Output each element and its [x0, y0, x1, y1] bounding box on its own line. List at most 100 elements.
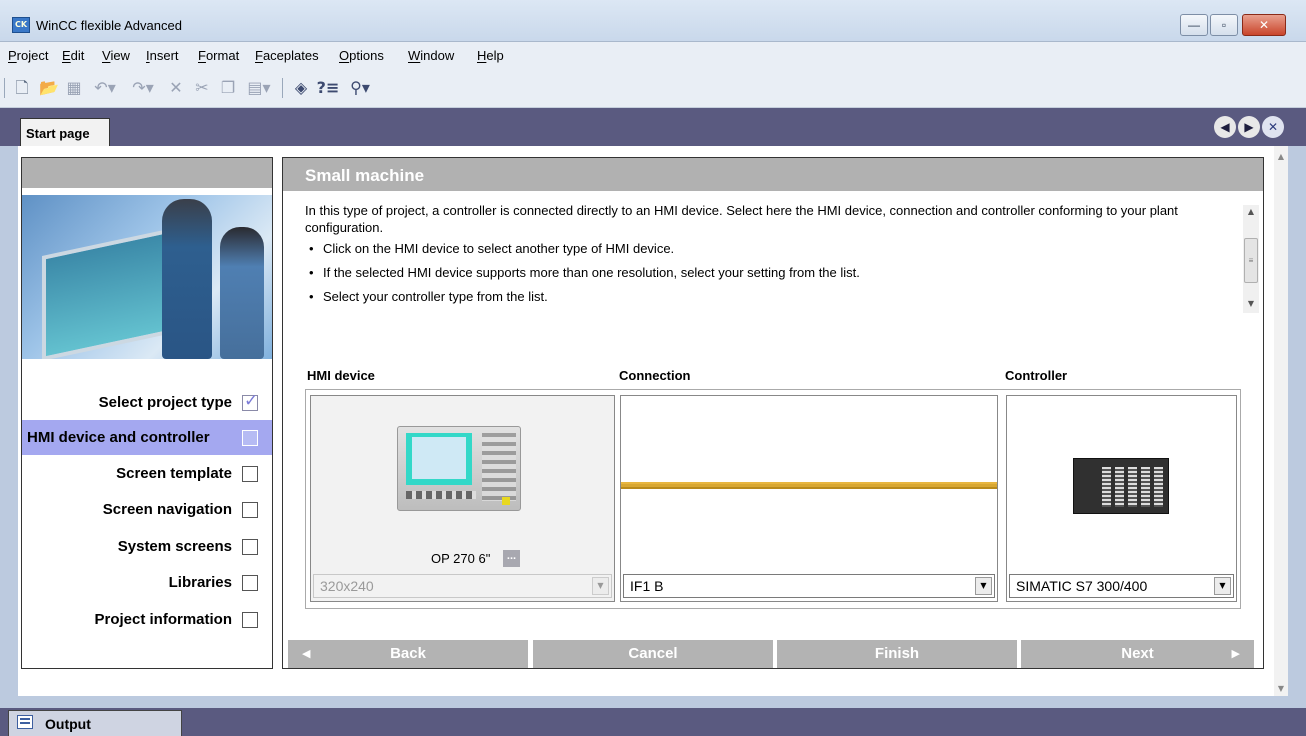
step-label: Libraries — [168, 574, 232, 591]
step-screen-navigation[interactable]: Screen navigation — [22, 492, 272, 527]
help-book-icon[interactable]: ◈ — [290, 78, 312, 98]
scroll-down-icon[interactable]: ▼ — [1274, 682, 1288, 696]
description-scrollbar[interactable]: ▲ ≡ ▼ — [1243, 205, 1259, 313]
next-button[interactable]: Next ▶ — [1021, 640, 1254, 668]
step-checkbox — [242, 430, 258, 446]
tab-close-button[interactable]: ✕ — [1262, 116, 1284, 138]
chevron-down-icon[interactable]: ▼ — [1214, 577, 1231, 595]
tab-prev-button[interactable]: ◀ — [1214, 116, 1236, 138]
hero-person-graphic — [220, 227, 264, 359]
tab-next-button[interactable]: ▶ — [1238, 116, 1260, 138]
step-label: Project information — [94, 611, 232, 628]
menu-edit[interactable]: Edit — [62, 48, 84, 63]
back-arrow-icon: ◀ — [302, 647, 311, 660]
resolution-value: 320x240 — [320, 578, 374, 594]
menu-options[interactable]: Options — [339, 48, 384, 63]
chevron-down-icon[interactable]: ▼ — [592, 577, 609, 595]
hmi-screen-graphic — [406, 433, 472, 485]
scroll-up-icon[interactable]: ▲ — [1243, 205, 1259, 219]
step-libraries[interactable]: Libraries — [22, 565, 272, 600]
close-window-button[interactable]: ✕ — [1242, 14, 1286, 36]
finish-button[interactable]: Finish — [777, 640, 1017, 668]
description-paragraph: In this type of project, a controller is… — [305, 203, 1178, 235]
step-label: Screen navigation — [102, 501, 232, 518]
step-label: Screen template — [116, 465, 232, 482]
title-bar: CK WinCC flexible Advanced — ▫ ✕ — [0, 0, 1306, 42]
save-icon[interactable]: ▦ — [64, 78, 84, 98]
back-button[interactable]: ◀ Back — [288, 640, 528, 668]
wizard-hero-image — [22, 195, 272, 359]
plc-module-graphic — [1115, 467, 1124, 507]
hmi-function-keys-graphic — [406, 491, 476, 499]
step-hmi-device-and-controller[interactable]: HMI device and controller — [22, 420, 272, 455]
select-hmi-device-button[interactable]: ... — [503, 550, 520, 567]
controller-cell: SIMATIC S7 300/400 ▼ — [1006, 395, 1237, 602]
resolution-select[interactable]: 320x240 ▼ — [313, 574, 612, 598]
description-text: In this type of project, a controller is… — [305, 202, 1245, 312]
step-checkbox — [242, 612, 258, 628]
step-checkbox — [242, 575, 258, 591]
menu-help[interactable]: Help — [477, 48, 504, 63]
hmi-device-cell[interactable]: OP 270 6" ... 320x240 ▼ — [310, 395, 615, 602]
scroll-up-icon[interactable]: ▲ — [1274, 150, 1288, 164]
scroll-thumb[interactable]: ≡ — [1244, 238, 1258, 283]
step-select-project-type[interactable]: Select project type ✓ — [22, 385, 272, 420]
step-checkbox — [242, 539, 258, 555]
scroll-down-icon[interactable]: ▼ — [1243, 297, 1259, 311]
plc-module-graphic — [1128, 467, 1137, 507]
toolbar-grip — [4, 78, 5, 98]
hmi-device-name: OP 270 6" — [431, 551, 491, 566]
output-tab-label: Output — [45, 716, 91, 732]
new-file-icon[interactable]: 🗋 — [12, 78, 32, 98]
connection-cell: IF1 B ▼ — [620, 395, 998, 602]
help-topics-icon[interactable]: ?≡ — [316, 78, 340, 98]
cancel-button[interactable]: Cancel — [533, 640, 773, 668]
hero-person-graphic — [162, 199, 212, 359]
menu-faceplates[interactable]: Faceplates — [255, 48, 319, 63]
menu-window[interactable]: Window — [408, 48, 454, 63]
chevron-down-icon[interactable]: ▼ — [975, 577, 992, 595]
page-scrollbar[interactable]: ▲ ▼ — [1274, 146, 1288, 696]
controller-select[interactable]: SIMATIC S7 300/400 ▼ — [1009, 574, 1234, 598]
plc-module-graphic — [1154, 467, 1163, 507]
connection-select[interactable]: IF1 B ▼ — [623, 574, 995, 598]
delete-icon[interactable]: ✕ — [166, 78, 186, 98]
copy-icon[interactable]: ❐ — [218, 78, 238, 98]
maximize-button[interactable]: ▫ — [1210, 14, 1238, 36]
redo-icon[interactable]: ↷▾ — [126, 78, 160, 98]
connection-value: IF1 B — [630, 578, 664, 594]
plc-module-graphic — [1141, 467, 1150, 507]
window-title: WinCC flexible Advanced — [36, 18, 182, 33]
app-icon: CK — [12, 17, 30, 33]
wizard-navigation: ◀ Back Cancel Finish Next ▶ — [283, 638, 1263, 668]
plc-module-graphic — [1102, 467, 1111, 507]
menu-project[interactable]: Project — [8, 48, 48, 63]
step-label: HMI device and controller — [27, 429, 210, 446]
tab-start-page[interactable]: Start page — [20, 118, 110, 146]
start-page-content: Select project type ✓ HMI device and con… — [18, 146, 1288, 696]
wizard-steps-panel: Select project type ✓ HMI device and con… — [21, 157, 273, 669]
menu-format[interactable]: Format — [198, 48, 239, 63]
output-tab[interactable]: Output — [8, 710, 182, 736]
step-checkbox: ✓ — [242, 391, 258, 411]
hmi-device-image[interactable] — [397, 426, 521, 511]
menu-insert[interactable]: Insert — [146, 48, 179, 63]
next-label: Next — [1121, 645, 1154, 662]
undo-icon[interactable]: ↶▾ — [88, 78, 122, 98]
minimize-button[interactable]: — — [1180, 14, 1208, 36]
cut-icon[interactable]: ✂ — [192, 78, 212, 98]
menu-view[interactable]: View — [102, 48, 130, 63]
step-project-information[interactable]: Project information — [22, 602, 272, 637]
toolbar: 🗋 📂 ▦ ↶▾ ↷▾ ✕ ✂ ❐ ▤▾ ◈ ?≡ ⚲▾ — [0, 68, 1306, 108]
open-folder-icon[interactable]: 📂 — [38, 78, 60, 98]
controller-value: SIMATIC S7 300/400 — [1016, 578, 1148, 594]
step-screen-template[interactable]: Screen template — [22, 456, 272, 491]
cancel-label: Cancel — [628, 645, 678, 662]
paste-icon[interactable]: ▤▾ — [244, 78, 274, 98]
output-panel-bar: Output — [0, 708, 1306, 736]
context-help-icon[interactable]: ⚲▾ — [346, 78, 374, 98]
page-title: Small machine — [283, 158, 1263, 191]
step-system-screens[interactable]: System screens — [22, 529, 272, 564]
back-label: Back — [390, 645, 426, 662]
instruction-list: Click on the HMI device to select anothe… — [305, 240, 1225, 305]
